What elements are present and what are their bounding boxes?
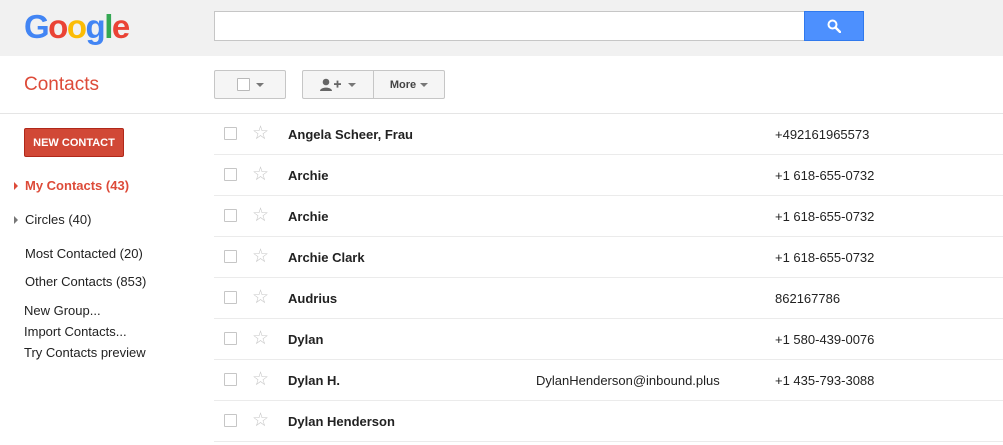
sidebar-item-most-contacted[interactable]: Most Contacted (20) bbox=[25, 246, 143, 262]
row-checkbox[interactable] bbox=[224, 250, 237, 263]
star-icon[interactable]: ☆ bbox=[252, 247, 269, 267]
logo-letter-1: G bbox=[24, 8, 50, 45]
contact-phone: +1 435-793-3088 bbox=[775, 373, 875, 388]
try-contacts-preview-link[interactable]: Try Contacts preview bbox=[24, 345, 146, 361]
contact-phone: +1 618-655-0732 bbox=[775, 250, 875, 265]
checkbox-icon bbox=[236, 78, 250, 91]
row-checkbox[interactable] bbox=[224, 373, 237, 386]
top-bar: Google bbox=[0, 0, 1003, 56]
search-input[interactable] bbox=[214, 11, 805, 41]
contact-email: DylanHenderson@inbound.plus bbox=[536, 373, 720, 388]
sidebar: NEW CONTACT My Contacts (43) Circles (40… bbox=[0, 114, 200, 445]
row-checkbox[interactable] bbox=[224, 291, 237, 304]
logo-letter-2: o bbox=[48, 8, 68, 45]
table-row[interactable]: ☆ Archie Clark +1 618-655-0732 bbox=[214, 237, 1003, 278]
sidebar-item-label: My Contacts (43) bbox=[25, 178, 130, 193]
table-row[interactable]: ☆ Dylan H. DylanHenderson@inbound.plus +… bbox=[214, 360, 1003, 401]
sidebar-item-label: Most Contacted (20) bbox=[25, 246, 143, 261]
contact-name: Audrius bbox=[288, 291, 338, 306]
sidebar-item-my-contacts[interactable]: My Contacts (43) bbox=[14, 178, 130, 194]
add-person-icon bbox=[320, 78, 341, 91]
add-to-circle-button[interactable] bbox=[302, 70, 374, 99]
sidebar-item-circles[interactable]: Circles (40) bbox=[14, 212, 92, 228]
table-row[interactable]: ☆ Archie +1 618-655-0732 bbox=[214, 155, 1003, 196]
sidebar-item-label: Circles (40) bbox=[25, 212, 92, 227]
contact-list: ☆ Angela Scheer, Frau +492161965573 ☆ Ar… bbox=[214, 114, 1003, 442]
new-contact-button[interactable]: NEW CONTACT bbox=[24, 128, 124, 157]
contact-name: Dylan H. bbox=[288, 373, 341, 388]
app-title: Contacts bbox=[24, 74, 99, 95]
select-dropdown-button[interactable] bbox=[214, 70, 286, 99]
chevron-down-icon bbox=[255, 82, 264, 87]
contact-name: Dylan bbox=[288, 332, 324, 347]
star-icon[interactable]: ☆ bbox=[252, 124, 269, 144]
chevron-down-icon bbox=[348, 82, 356, 87]
table-row[interactable]: ☆ Dylan +1 580-439-0076 bbox=[214, 319, 1003, 360]
logo-letter-5: l bbox=[104, 8, 113, 45]
table-row[interactable]: ☆ Dylan Henderson bbox=[214, 401, 1003, 442]
contact-phone: +1 618-655-0732 bbox=[775, 209, 875, 224]
table-row[interactable]: ☆ Audrius 862167786 bbox=[214, 278, 1003, 319]
sidebar-item-label: Other Contacts (853) bbox=[25, 274, 147, 289]
row-checkbox[interactable] bbox=[224, 209, 237, 222]
google-logo[interactable]: Google bbox=[24, 8, 130, 45]
row-checkbox[interactable] bbox=[224, 127, 237, 140]
contact-name: Archie Clark bbox=[288, 250, 365, 265]
star-icon[interactable]: ☆ bbox=[252, 206, 269, 226]
star-icon[interactable]: ☆ bbox=[252, 165, 269, 185]
contact-phone: 862167786 bbox=[775, 291, 841, 306]
more-button[interactable]: More bbox=[373, 70, 445, 99]
table-row[interactable]: ☆ Archie +1 618-655-0732 bbox=[214, 196, 1003, 237]
contact-name: Archie bbox=[288, 168, 329, 183]
chevron-down-icon bbox=[420, 82, 429, 87]
expand-arrow-icon[interactable] bbox=[14, 216, 18, 224]
contact-phone: +1 618-655-0732 bbox=[775, 168, 875, 183]
logo-letter-6: e bbox=[111, 8, 130, 45]
star-icon[interactable]: ☆ bbox=[252, 370, 269, 390]
toolbar: Contacts More bbox=[0, 56, 1003, 114]
import-contacts-link[interactable]: Import Contacts... bbox=[24, 324, 127, 340]
contact-phone: +1 580-439-0076 bbox=[775, 332, 875, 347]
row-checkbox[interactable] bbox=[224, 332, 237, 345]
row-checkbox[interactable] bbox=[224, 414, 237, 427]
table-row[interactable]: ☆ Angela Scheer, Frau +492161965573 bbox=[214, 114, 1003, 155]
sidebar-item-other-contacts[interactable]: Other Contacts (853) bbox=[25, 274, 146, 290]
contact-phone: +492161965573 bbox=[775, 127, 870, 142]
logo-letter-4: g bbox=[85, 8, 106, 45]
star-icon[interactable]: ☆ bbox=[252, 329, 269, 349]
row-checkbox[interactable] bbox=[224, 168, 237, 181]
star-icon[interactable]: ☆ bbox=[252, 411, 269, 431]
search-button[interactable] bbox=[804, 11, 864, 41]
new-group-link[interactable]: New Group... bbox=[24, 303, 101, 319]
contact-name: Angela Scheer, Frau bbox=[288, 127, 413, 142]
star-icon[interactable]: ☆ bbox=[252, 288, 269, 308]
contact-name: Dylan Henderson bbox=[288, 414, 395, 429]
more-label: More bbox=[389, 78, 417, 91]
expand-arrow-icon[interactable] bbox=[14, 182, 18, 190]
search-icon bbox=[827, 19, 841, 33]
contact-name: Archie bbox=[288, 209, 329, 224]
logo-letter-3: o bbox=[66, 8, 87, 45]
